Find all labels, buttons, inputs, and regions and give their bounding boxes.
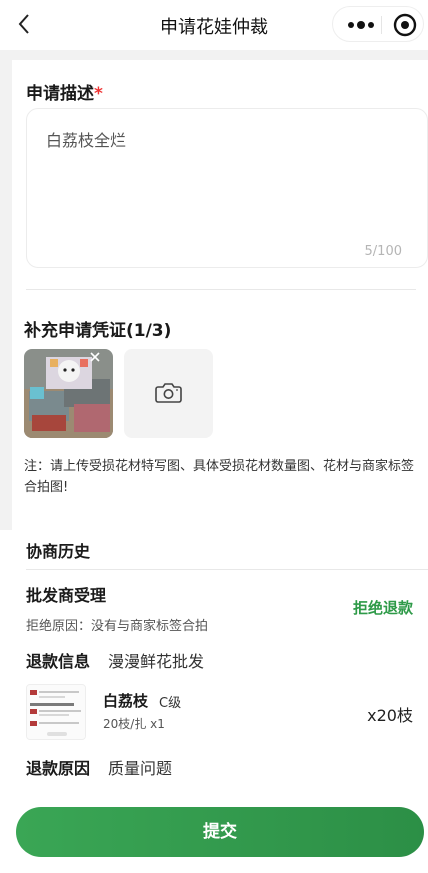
- history-title: 协商历史: [26, 542, 91, 561]
- card-gutter: [0, 60, 12, 530]
- refund-info-value: 漫漫鲜花批发: [108, 652, 205, 671]
- upload-note: 注：请上传受损花材特写图、具体受损花材数量图、花材与商家标签合拍图!: [24, 459, 415, 495]
- product-name: 白荔枝: [103, 692, 149, 710]
- nav-separator: [0, 50, 428, 60]
- status-badge: 拒绝退款: [352, 599, 413, 617]
- remove-photo-icon[interactable]: [88, 350, 102, 364]
- history-divider: [26, 569, 428, 570]
- refund-reason-label: 退款原因: [26, 759, 91, 778]
- product-spec: 20枝/扎 x1: [103, 717, 165, 731]
- refund-info-label: 退款信息: [26, 652, 91, 671]
- mini-program-capsule: [332, 6, 424, 42]
- camera-icon: [155, 383, 182, 403]
- close-miniprogram-icon[interactable]: [391, 11, 419, 39]
- description-title: 申请描述*: [26, 84, 103, 104]
- capsule-divider: [381, 16, 382, 34]
- history-stage: 批发商受理: [26, 586, 107, 605]
- refund-reason-value: 质量问题: [108, 759, 173, 778]
- evidence-title: 补充申请凭证(1/3): [24, 321, 172, 341]
- reject-reason: 拒绝原因：没有与商家标签合拍: [26, 619, 209, 634]
- more-icon[interactable]: [341, 8, 381, 40]
- product-image: [26, 684, 86, 740]
- top-nav: 申请花娃仲裁: [0, 0, 428, 50]
- required-mark: *: [94, 84, 103, 104]
- product-grade: C级: [159, 696, 182, 711]
- char-counter: 5/100: [364, 244, 402, 259]
- section-divider: [26, 289, 416, 290]
- submit-button[interactable]: 提交: [16, 807, 424, 857]
- upload-photo-button[interactable]: [124, 349, 213, 438]
- product-quantity: x20枝: [367, 706, 413, 725]
- description-value: 白荔枝全烂: [46, 131, 127, 150]
